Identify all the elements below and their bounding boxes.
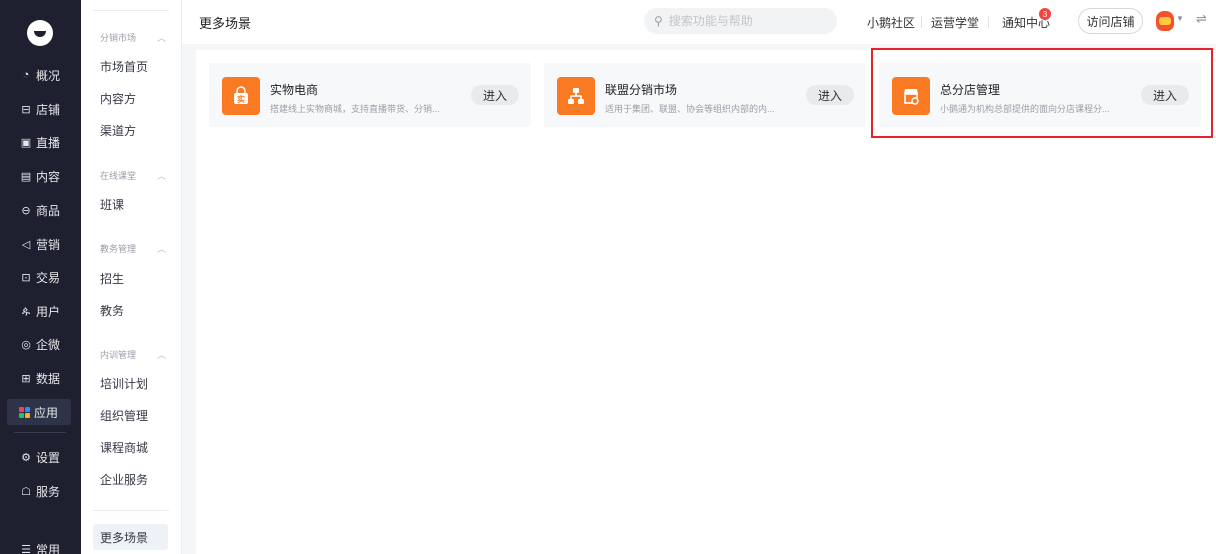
subnav-item[interactable]: 培训计划 bbox=[100, 375, 148, 392]
notification-badge: 3 bbox=[1039, 8, 1051, 20]
subnav-item[interactable]: 渠道方 bbox=[100, 122, 136, 139]
nav-data[interactable]: ⊞ 数据 bbox=[7, 365, 71, 391]
enter-button[interactable]: 进入 bbox=[806, 85, 854, 105]
search-icon: ⚲ bbox=[654, 14, 663, 28]
group-header[interactable]: 分销市场 ︿ bbox=[100, 31, 166, 44]
card-title: 联盟分销市场 bbox=[605, 83, 678, 97]
service-icon: ☖ bbox=[21, 485, 31, 498]
community-link[interactable]: 小鹅社区 bbox=[867, 14, 915, 31]
nav-live[interactable]: ▣ 直播 bbox=[7, 129, 71, 155]
caret-down-icon[interactable]: ▼ bbox=[1176, 14, 1184, 23]
chevron-up-icon: ︿ bbox=[156, 33, 166, 43]
divider bbox=[921, 16, 922, 28]
nav-service[interactable]: ☖ 服务 bbox=[7, 478, 71, 504]
chevron-up-icon: ︿ bbox=[156, 171, 166, 181]
nav-goods[interactable]: ⊖ 商品 bbox=[7, 197, 71, 223]
menu-icon: ☰ bbox=[21, 543, 31, 554]
top-header: 更多场景 ⚲ 小鹅社区 运营学堂 通知中心 3 访问店铺 ▼ ⇌ bbox=[182, 0, 1216, 44]
visit-store-button[interactable]: 访问店铺 bbox=[1078, 8, 1143, 34]
subnav-item[interactable]: 企业服务 bbox=[100, 471, 148, 488]
chat-icon: ◎ bbox=[21, 338, 31, 351]
nav-wecom[interactable]: ◎ 企微 bbox=[7, 331, 71, 357]
card-description: 适用于集团、联盟、协会等组织内部的内... bbox=[605, 104, 775, 114]
nav-label: 常用 bbox=[36, 542, 61, 554]
nav-label: 数据 bbox=[36, 371, 61, 386]
subnav-item[interactable]: 组织管理 bbox=[100, 407, 148, 424]
document-icon: ▤ bbox=[20, 170, 32, 183]
nav-label: 服务 bbox=[36, 484, 61, 499]
nav-user[interactable]: ዹ 用户 bbox=[7, 298, 71, 324]
gear-icon: ⚙ bbox=[21, 451, 31, 464]
nav-marketing[interactable]: ◁ 营销 bbox=[7, 231, 71, 257]
svg-text:实: 实 bbox=[237, 94, 245, 104]
switch-icon[interactable]: ⇌ bbox=[1196, 11, 1207, 27]
nav-label: 设置 bbox=[36, 450, 61, 465]
shopping-bag-icon: 实 bbox=[222, 77, 260, 115]
page-title: 更多场景 bbox=[199, 16, 252, 31]
subnav-item[interactable]: 课程商城 bbox=[100, 439, 148, 456]
nav-store[interactable]: ⊟ 店铺 bbox=[7, 96, 71, 122]
receipt-icon: ⊡ bbox=[21, 271, 31, 284]
pie-chart-icon: ◔ bbox=[22, 69, 30, 81]
subnav-item[interactable]: 班课 bbox=[100, 196, 124, 213]
subnav-item[interactable]: 招生 bbox=[100, 270, 124, 287]
card-description: 搭建线上实物商城，支持直播带货、分销... bbox=[270, 104, 440, 114]
search-input[interactable] bbox=[668, 14, 819, 28]
subnav-item[interactable]: 内容方 bbox=[100, 90, 136, 107]
enter-button[interactable]: 进入 bbox=[471, 85, 519, 105]
chevron-up-icon: ︿ bbox=[156, 350, 166, 360]
chevron-up-icon: ︿ bbox=[156, 244, 166, 254]
nav-label: 直播 bbox=[36, 135, 61, 150]
data-icon: ⊞ bbox=[21, 372, 31, 385]
nav-apps[interactable]: 应用 bbox=[7, 399, 71, 425]
nav-label: 用户 bbox=[36, 304, 61, 319]
logo-icon[interactable] bbox=[27, 20, 53, 46]
user-icon: ዹ bbox=[21, 304, 31, 317]
group-title: 在线课堂 bbox=[100, 171, 137, 181]
scene-card-physical-ecommerce[interactable]: 实 实物电商 搭建线上实物商城，支持直播带货、分销... 进入 bbox=[209, 63, 531, 127]
nav-label: 企微 bbox=[36, 337, 61, 352]
nav-label: 概况 bbox=[36, 68, 61, 83]
nav-overview[interactable]: ◔ 概况 bbox=[7, 62, 71, 88]
highlight-box bbox=[871, 48, 1213, 138]
subnav-item-more-scenes[interactable]: 更多场景 bbox=[93, 524, 168, 550]
subnav-item[interactable]: 市场首页 bbox=[100, 58, 148, 75]
group-title: 内训管理 bbox=[100, 350, 137, 360]
card-title: 实物电商 bbox=[270, 83, 319, 97]
nav-label: 店铺 bbox=[36, 102, 61, 117]
nav-label: 商品 bbox=[36, 203, 61, 218]
group-header[interactable]: 内训管理 ︿ bbox=[100, 348, 166, 361]
group-title: 分销市场 bbox=[100, 33, 137, 43]
divider bbox=[988, 16, 989, 28]
nav-trade[interactable]: ⊡ 交易 bbox=[7, 264, 71, 290]
sidebar-divider bbox=[14, 432, 66, 433]
academy-link[interactable]: 运营学堂 bbox=[931, 14, 979, 31]
search-box[interactable]: ⚲ bbox=[644, 8, 837, 34]
divider bbox=[93, 510, 169, 511]
nav-label: 应用 bbox=[34, 405, 59, 420]
primary-sidebar: ◔ 概况 ⊟ 店铺 ▣ 直播 ▤ 内容 ⊖ 商品 ◁ 营销 ⊡ 交易 ዹ 用户 bbox=[0, 0, 81, 554]
megaphone-icon: ◁ bbox=[21, 238, 31, 251]
box-icon: ⊖ bbox=[21, 204, 31, 217]
nav-label: 营销 bbox=[36, 237, 61, 252]
apps-icon bbox=[19, 406, 30, 418]
subnav-item[interactable]: 教务 bbox=[100, 302, 124, 319]
group-title: 教务管理 bbox=[100, 244, 137, 254]
group-header[interactable]: 教务管理 ︿ bbox=[100, 242, 166, 255]
scene-card-alliance-market[interactable]: 联盟分销市场 适用于集团、联盟、协会等组织内部的内... 进入 bbox=[544, 63, 866, 127]
nav-settings[interactable]: ⚙ 设置 bbox=[7, 444, 71, 470]
avatar[interactable] bbox=[1156, 11, 1174, 31]
divider bbox=[93, 10, 169, 11]
secondary-sidebar: 分销市场 ︿ 市场首页 内容方 渠道方 在线课堂 ︿ 班课 教务管理 ︿ 招生 … bbox=[81, 0, 182, 554]
nav-frequent[interactable]: ☰ 常用 bbox=[7, 536, 71, 554]
group-header[interactable]: 在线课堂 ︿ bbox=[100, 169, 166, 182]
app-root: ◔ 概况 ⊟ 店铺 ▣ 直播 ▤ 内容 ⊖ 商品 ◁ 营销 ⊡ 交易 ዹ 用户 bbox=[0, 0, 1216, 554]
live-icon: ▣ bbox=[20, 136, 32, 149]
nav-label: 内容 bbox=[36, 169, 61, 184]
network-icon bbox=[557, 77, 595, 115]
nav-label: 交易 bbox=[36, 270, 61, 285]
nav-content[interactable]: ▤ 内容 bbox=[7, 163, 71, 189]
store-icon: ⊟ bbox=[21, 103, 31, 116]
